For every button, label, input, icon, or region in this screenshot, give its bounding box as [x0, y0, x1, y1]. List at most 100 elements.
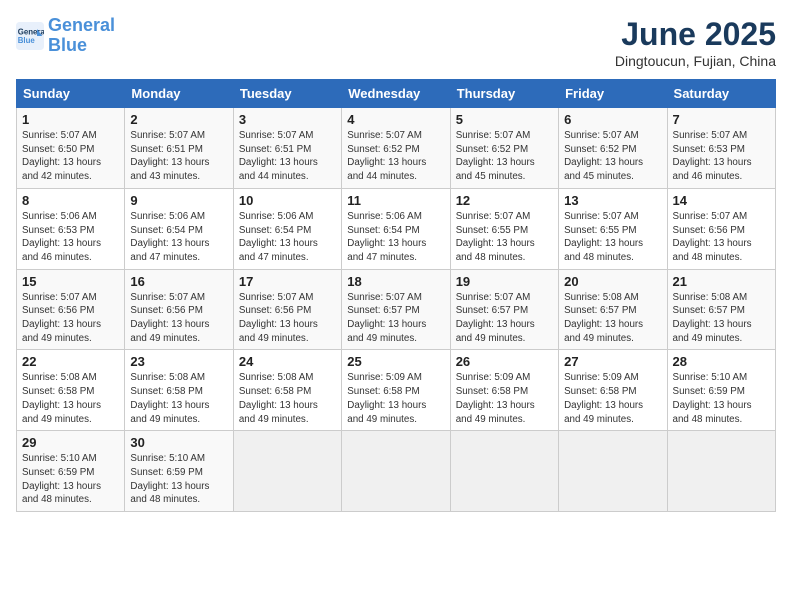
calendar-cell: 19 Sunrise: 5:07 AM Sunset: 6:57 PM Dayli… — [450, 269, 558, 350]
calendar-cell — [450, 431, 558, 512]
calendar-cell: 17Sunrise: 5:07 AM Sunset: 6:56 PM Dayli… — [233, 269, 341, 350]
calendar-cell: 18 Sunrise: 5:07 AM Sunset: 6:57 PM Dayli… — [342, 269, 450, 350]
calendar-cell: 9 Sunrise: 5:06 AM Sunset: 6:54 PM Daylig… — [125, 188, 233, 269]
calendar-cell — [342, 431, 450, 512]
day-detail: Sunrise: 5:08 AM Sunset: 6:57 PM Dayligh… — [673, 291, 770, 346]
calendar-cell — [667, 431, 775, 512]
day-detail: Sunrise: 5:07 AM Sunset: 6:52 PM Dayligh… — [564, 129, 661, 184]
day-number: 25 — [347, 354, 444, 369]
day-detail: Sunrise: 5:09 AM Sunset: 6:58 PM Dayligh… — [347, 371, 444, 426]
day-number: 1 — [22, 112, 119, 127]
day-number: 8 — [22, 193, 119, 208]
calendar-subtitle: Dingtoucun, Fujian, China — [615, 53, 776, 69]
calendar-cell: 2Sunrise: 5:07 AM Sunset: 6:51 PM Daylig… — [125, 108, 233, 189]
day-number: 21 — [673, 274, 770, 289]
calendar-cell: 5 Sunrise: 5:07 AM Sunset: 6:52 PM Daylig… — [450, 108, 558, 189]
calendar-cell: 27 Sunrise: 5:09 AM Sunset: 6:58 PM Dayli… — [559, 350, 667, 431]
column-header-wednesday: Wednesday — [342, 80, 450, 108]
day-number: 27 — [564, 354, 661, 369]
calendar-cell: 1 Sunrise: 5:07 AM Sunset: 6:50 PM Daylig… — [17, 108, 125, 189]
day-number: 5 — [456, 112, 553, 127]
logo: General Blue General Blue — [16, 16, 115, 56]
calendar-cell: 13 Sunrise: 5:07 AM Sunset: 6:55 PM Dayli… — [559, 188, 667, 269]
day-detail: Sunrise: 5:07 AM Sunset: 6:55 PM Dayligh… — [564, 210, 661, 265]
column-headers-row: SundayMondayTuesdayWednesdayThursdayFrid… — [17, 80, 776, 108]
calendar-cell: 29 Sunrise: 5:10 AM Sunset: 6:59 PM Dayli… — [17, 431, 125, 512]
day-detail: Sunrise: 5:07 AM Sunset: 6:50 PM Dayligh… — [22, 129, 119, 184]
column-header-saturday: Saturday — [667, 80, 775, 108]
day-detail: Sunrise: 5:07 AM Sunset: 6:55 PM Dayligh… — [456, 210, 553, 265]
calendar-cell: 24 Sunrise: 5:08 AM Sunset: 6:58 PM Dayli… — [233, 350, 341, 431]
calendar-cell: 11 Sunrise: 5:06 AM Sunset: 6:54 PM Dayli… — [342, 188, 450, 269]
column-header-thursday: Thursday — [450, 80, 558, 108]
calendar-cell: 23Sunrise: 5:08 AM Sunset: 6:58 PM Dayli… — [125, 350, 233, 431]
day-number: 3 — [239, 112, 336, 127]
day-number: 18 — [347, 274, 444, 289]
day-detail: Sunrise: 5:06 AM Sunset: 6:54 PM Dayligh… — [347, 210, 444, 265]
day-number: 10 — [239, 193, 336, 208]
svg-text:Blue: Blue — [18, 36, 36, 45]
calendar-cell: 21 Sunrise: 5:08 AM Sunset: 6:57 PM Dayli… — [667, 269, 775, 350]
day-number: 15 — [22, 274, 119, 289]
day-detail: Sunrise: 5:08 AM Sunset: 6:58 PM Dayligh… — [130, 371, 227, 426]
day-detail: Sunrise: 5:09 AM Sunset: 6:58 PM Dayligh… — [564, 371, 661, 426]
day-number: 20 — [564, 274, 661, 289]
calendar-cell: 22 Sunrise: 5:08 AM Sunset: 6:58 PM Dayli… — [17, 350, 125, 431]
calendar-cell — [233, 431, 341, 512]
day-detail: Sunrise: 5:07 AM Sunset: 6:57 PM Dayligh… — [456, 291, 553, 346]
logo-text: General Blue — [48, 16, 115, 56]
day-number: 11 — [347, 193, 444, 208]
calendar-cell: 16Sunrise: 5:07 AM Sunset: 6:56 PM Dayli… — [125, 269, 233, 350]
day-detail: Sunrise: 5:08 AM Sunset: 6:58 PM Dayligh… — [22, 371, 119, 426]
day-number: 22 — [22, 354, 119, 369]
day-detail: Sunrise: 5:06 AM Sunset: 6:54 PM Dayligh… — [130, 210, 227, 265]
day-number: 26 — [456, 354, 553, 369]
day-detail: Sunrise: 5:10 AM Sunset: 6:59 PM Dayligh… — [130, 452, 227, 507]
week-row-0: 1 Sunrise: 5:07 AM Sunset: 6:50 PM Daylig… — [17, 108, 776, 189]
day-number: 28 — [673, 354, 770, 369]
calendar-cell: 25 Sunrise: 5:09 AM Sunset: 6:58 PM Dayli… — [342, 350, 450, 431]
calendar-cell: 8Sunrise: 5:06 AM Sunset: 6:53 PM Daylig… — [17, 188, 125, 269]
calendar-body: 1 Sunrise: 5:07 AM Sunset: 6:50 PM Daylig… — [17, 108, 776, 512]
day-number: 6 — [564, 112, 661, 127]
logo-line2: Blue — [48, 35, 87, 55]
day-number: 14 — [673, 193, 770, 208]
day-number: 2 — [130, 112, 227, 127]
day-number: 24 — [239, 354, 336, 369]
week-row-4: 29 Sunrise: 5:10 AM Sunset: 6:59 PM Dayli… — [17, 431, 776, 512]
header: General Blue General Blue June 2025 Ding… — [16, 16, 776, 69]
calendar-cell — [559, 431, 667, 512]
week-row-3: 22 Sunrise: 5:08 AM Sunset: 6:58 PM Dayli… — [17, 350, 776, 431]
calendar-cell: 28Sunrise: 5:10 AM Sunset: 6:59 PM Dayli… — [667, 350, 775, 431]
calendar-cell: 10 Sunrise: 5:06 AM Sunset: 6:54 PM Dayli… — [233, 188, 341, 269]
day-number: 30 — [130, 435, 227, 450]
day-number: 29 — [22, 435, 119, 450]
day-number: 13 — [564, 193, 661, 208]
calendar-cell: 30 Sunrise: 5:10 AM Sunset: 6:59 PM Dayli… — [125, 431, 233, 512]
day-detail: Sunrise: 5:07 AM Sunset: 6:52 PM Dayligh… — [347, 129, 444, 184]
week-row-1: 8Sunrise: 5:06 AM Sunset: 6:53 PM Daylig… — [17, 188, 776, 269]
calendar-cell: 7Sunrise: 5:07 AM Sunset: 6:53 PM Daylig… — [667, 108, 775, 189]
day-detail: Sunrise: 5:07 AM Sunset: 6:52 PM Dayligh… — [456, 129, 553, 184]
day-number: 12 — [456, 193, 553, 208]
logo-line1: General — [48, 15, 115, 35]
calendar-table: SundayMondayTuesdayWednesdayThursdayFrid… — [16, 79, 776, 512]
logo-icon: General Blue — [16, 22, 44, 50]
day-detail: Sunrise: 5:08 AM Sunset: 6:58 PM Dayligh… — [239, 371, 336, 426]
calendar-cell: 4Sunrise: 5:07 AM Sunset: 6:52 PM Daylig… — [342, 108, 450, 189]
calendar-cell: 26 Sunrise: 5:09 AM Sunset: 6:58 PM Dayli… — [450, 350, 558, 431]
day-detail: Sunrise: 5:10 AM Sunset: 6:59 PM Dayligh… — [22, 452, 119, 507]
day-number: 19 — [456, 274, 553, 289]
calendar-cell: 6 Sunrise: 5:07 AM Sunset: 6:52 PM Daylig… — [559, 108, 667, 189]
calendar-cell: 14Sunrise: 5:07 AM Sunset: 6:56 PM Dayli… — [667, 188, 775, 269]
column-header-tuesday: Tuesday — [233, 80, 341, 108]
calendar-cell: 20Sunrise: 5:08 AM Sunset: 6:57 PM Dayli… — [559, 269, 667, 350]
day-number: 9 — [130, 193, 227, 208]
week-row-2: 15Sunrise: 5:07 AM Sunset: 6:56 PM Dayli… — [17, 269, 776, 350]
day-detail: Sunrise: 5:06 AM Sunset: 6:54 PM Dayligh… — [239, 210, 336, 265]
day-number: 17 — [239, 274, 336, 289]
day-detail: Sunrise: 5:09 AM Sunset: 6:58 PM Dayligh… — [456, 371, 553, 426]
day-detail: Sunrise: 5:07 AM Sunset: 6:57 PM Dayligh… — [347, 291, 444, 346]
calendar-title: June 2025 — [615, 16, 776, 53]
title-area: June 2025 Dingtoucun, Fujian, China — [615, 16, 776, 69]
